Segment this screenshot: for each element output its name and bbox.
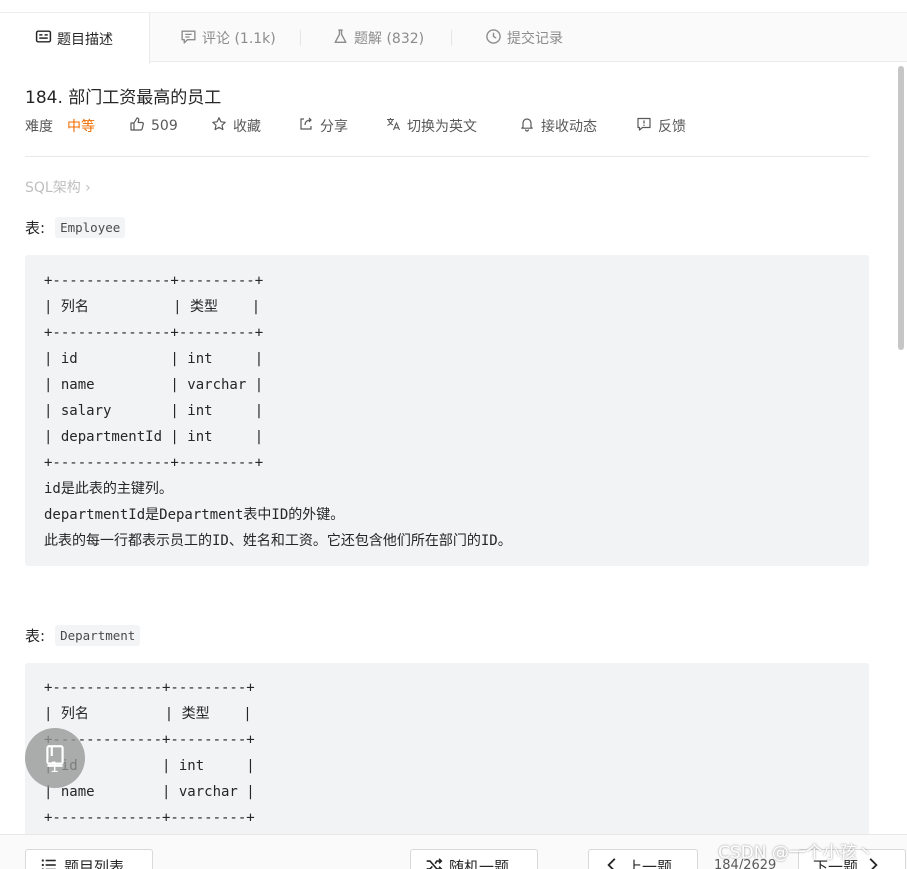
table-name-code: Department xyxy=(55,625,141,646)
feedback-icon xyxy=(636,116,652,136)
tab-solutions[interactable]: 题解 (832) xyxy=(332,13,424,63)
code-line: id是此表的主键列。 xyxy=(44,481,173,497)
tab-description[interactable]: 题目描述 xyxy=(0,13,150,64)
department-table-label: 表: Department xyxy=(25,625,141,646)
translate-label: 切换为英文 xyxy=(407,119,477,135)
floating-notes-button[interactable] xyxy=(25,728,85,788)
csdn-watermark: CSDN @一个小孩丶 xyxy=(718,843,874,863)
feedback-label: 反馈 xyxy=(658,119,686,135)
code-line: +-------------+---------+ xyxy=(44,810,255,826)
employee-table-label: 表: Employee xyxy=(25,217,126,238)
prev-label: 上一题 xyxy=(627,858,673,869)
problem-title: 184. 部门工资最高的员工 xyxy=(25,88,222,108)
scrollbar-thumb[interactable] xyxy=(898,66,904,350)
translate-button[interactable]: 切换为英文 xyxy=(385,116,477,136)
problem-list-button[interactable]: 题目列表 xyxy=(25,849,153,869)
random-problem-button[interactable]: 随机一题 xyxy=(410,849,538,869)
share-label: 分享 xyxy=(320,119,348,135)
code-line: | name | varchar | xyxy=(44,377,264,393)
code-line: | departmentId | int | xyxy=(44,429,264,445)
list-icon xyxy=(40,856,58,869)
subscribe-button[interactable]: 接收动态 xyxy=(519,116,597,136)
code-line: +--------------+---------+ xyxy=(44,325,264,341)
tab-submissions-label: 提交记录 xyxy=(507,31,563,47)
description-icon xyxy=(35,28,52,49)
problem-list-label: 题目列表 xyxy=(64,858,125,869)
favorite-button[interactable]: 收藏 xyxy=(211,116,261,136)
random-label: 随机一题 xyxy=(449,858,510,869)
tab-separator xyxy=(300,30,301,46)
code-line: 此表的每一行都表示员工的ID、姓名和工资。它还包含他们所在部门的ID。 xyxy=(44,533,512,549)
star-icon xyxy=(211,116,227,136)
favorite-label: 收藏 xyxy=(233,119,261,135)
table-label-text: 表: xyxy=(25,627,46,645)
share-button[interactable]: 分享 xyxy=(298,116,348,136)
shuffle-icon xyxy=(425,856,443,869)
code-line: | id | int | xyxy=(44,351,264,367)
like-button[interactable]: 509 xyxy=(129,116,178,136)
clock-icon xyxy=(485,28,502,49)
notes-count: 1 xyxy=(50,760,59,776)
tab-comments[interactable]: 评论 (1.1k) xyxy=(180,13,276,63)
tab-comments-label: 评论 (1.1k) xyxy=(202,31,276,47)
comment-icon xyxy=(180,28,197,49)
divider xyxy=(25,156,869,157)
thumbs-up-icon xyxy=(129,116,145,136)
tab-separator xyxy=(451,30,452,46)
like-count: 509 xyxy=(151,118,178,134)
table-label-text: 表: xyxy=(25,219,46,237)
code-line: +--------------+---------+ xyxy=(44,455,264,471)
tab-bar: 题目描述 评论 (1.1k) 题解 (832) 提交记录 xyxy=(0,12,907,64)
difficulty-label: 难度 xyxy=(25,119,53,135)
share-icon xyxy=(298,116,314,136)
flask-icon xyxy=(332,28,349,49)
code-line: +-------------+---------+ xyxy=(44,680,255,696)
tab-submissions[interactable]: 提交记录 xyxy=(485,13,563,63)
code-line: | 列名 | 类型 | xyxy=(44,706,252,722)
feedback-button[interactable]: 反馈 xyxy=(636,116,686,136)
problem-page: 题目描述 评论 (1.1k) 题解 (832) 提交记录 184. 部门工资最高… xyxy=(0,0,907,869)
employee-schema-block: +--------------+---------+ | 列名 | 类型 | +… xyxy=(25,255,869,566)
bell-icon xyxy=(519,116,535,136)
translate-icon xyxy=(385,116,401,136)
difficulty-value: 中等 xyxy=(67,119,95,135)
subscribe-label: 接收动态 xyxy=(541,119,597,135)
prev-problem-button[interactable]: 上一题 xyxy=(588,849,698,869)
breadcrumb[interactable]: SQL架构 › xyxy=(25,177,91,197)
department-schema-block: +-------------+---------+ | 列名 | 类型 | +-… xyxy=(25,663,869,863)
table-name-code: Employee xyxy=(55,217,126,238)
tab-description-label: 题目描述 xyxy=(57,31,113,48)
code-line: +--------------+---------+ xyxy=(44,273,264,289)
chevron-left-icon xyxy=(603,856,621,869)
code-line: | salary | int | xyxy=(44,403,264,419)
code-line: | 列名 | 类型 | xyxy=(44,299,261,315)
code-line: departmentId是Department表中ID的外键。 xyxy=(44,507,345,523)
code-line: | name | varchar | xyxy=(44,784,255,800)
tab-solutions-label: 题解 (832) xyxy=(354,31,425,47)
difficulty: 难度 中等 xyxy=(25,116,95,136)
